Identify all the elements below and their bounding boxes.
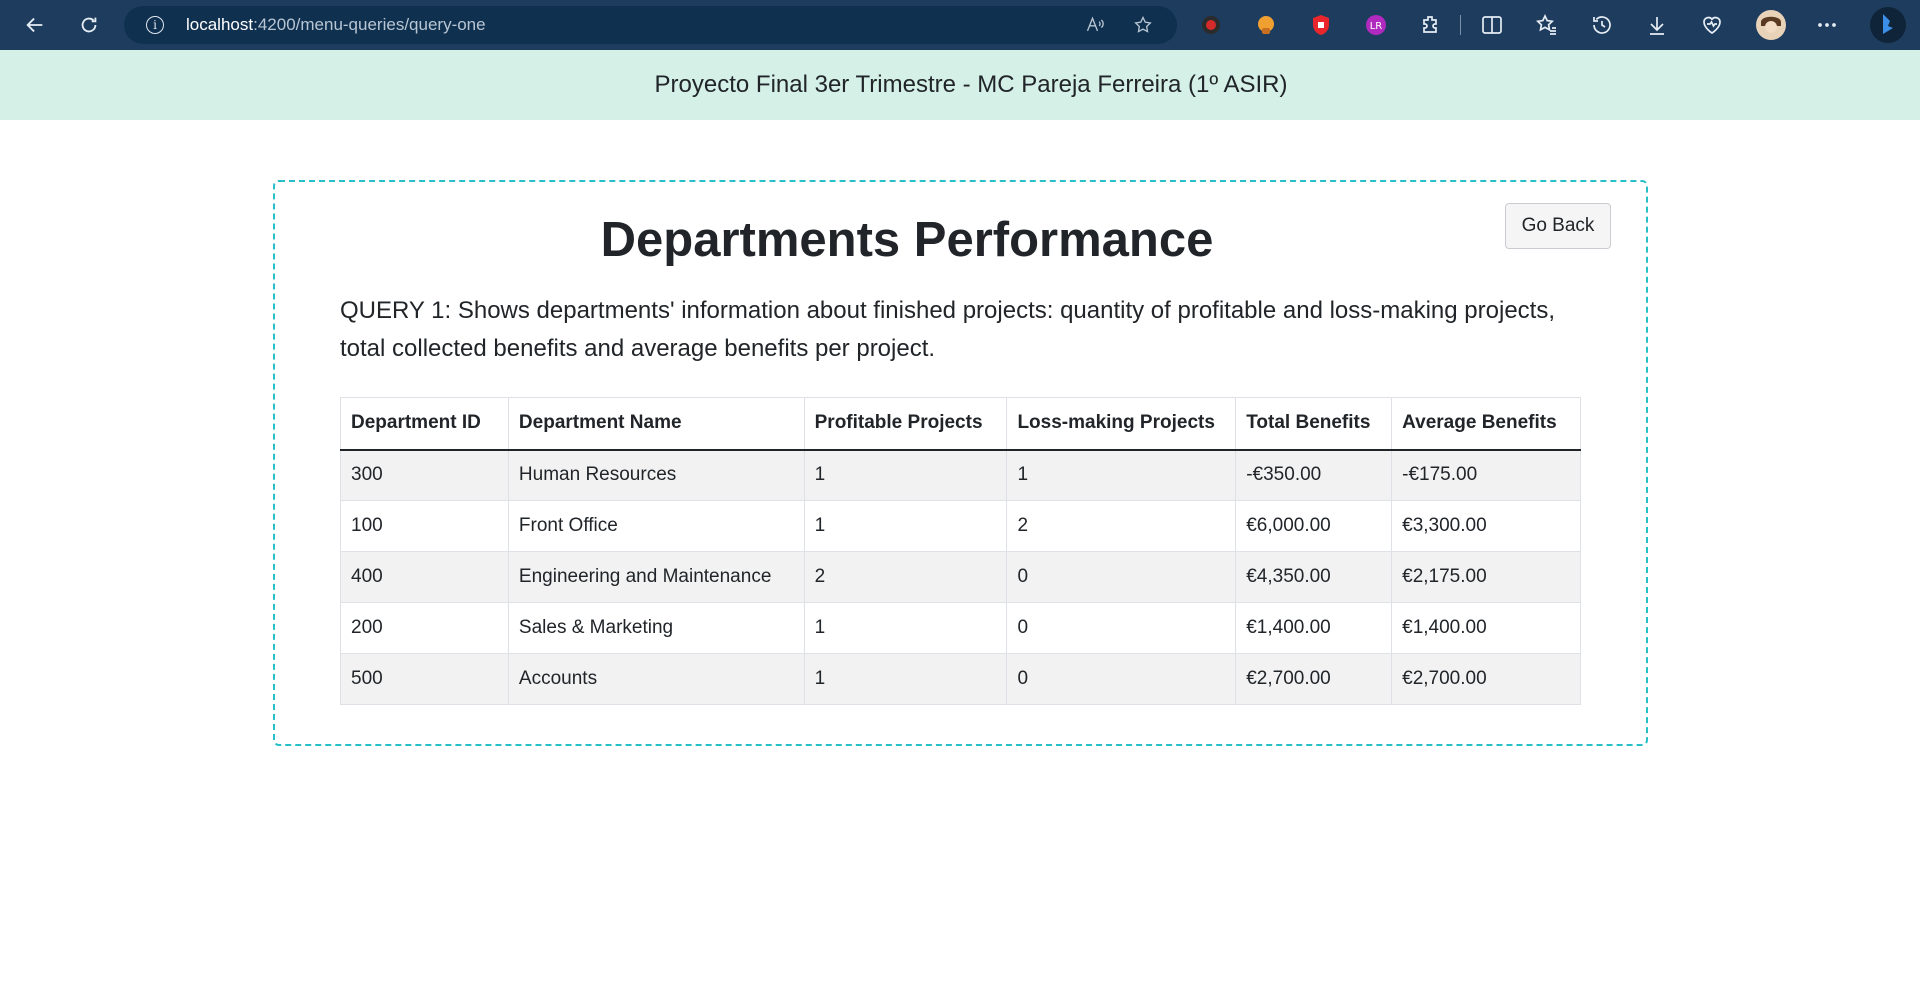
more-icon[interactable] (1815, 13, 1839, 37)
table-cell: 2 (803, 551, 1008, 603)
column-header: Department Name (507, 397, 805, 451)
table-cell: -€350.00 (1235, 449, 1393, 501)
header-title: Proyecto Final 3er Trimestre - MC Pareja… (654, 71, 1288, 98)
table-header-row: Department ID Department Name Profitable… (340, 397, 1581, 451)
column-header: Profitable Projects (803, 397, 1008, 451)
app-header: Proyecto Final 3er Trimestre - MC Pareja… (0, 50, 1920, 120)
table-cell: 200 (340, 602, 509, 654)
extension-icon[interactable] (1419, 13, 1443, 37)
info-icon[interactable]: i (146, 16, 164, 34)
extension-purple-icon[interactable]: LR (1364, 13, 1388, 37)
history-icon[interactable] (1590, 13, 1614, 37)
back-icon[interactable] (17, 7, 53, 43)
table-cell: 0 (1006, 551, 1237, 603)
table-cell: Sales & Marketing (507, 602, 805, 654)
table-cell: Engineering and Maintenance (507, 551, 805, 603)
table-cell: 1 (1006, 449, 1237, 501)
table-cell: 500 (340, 653, 509, 705)
column-header: Average Benefits (1391, 397, 1581, 451)
table-cell: -€175.00 (1391, 449, 1581, 501)
table-cell: 2 (1006, 500, 1237, 552)
query-description: QUERY 1: Shows departments' information … (340, 297, 1555, 362)
table-cell: Front Office (507, 500, 805, 552)
table-cell: €4,350.00 (1235, 551, 1393, 603)
table-cell: Human Resources (507, 449, 805, 501)
table-cell: 0 (1006, 653, 1237, 705)
favorite-star-icon[interactable] (1133, 15, 1153, 35)
table-row: 400 Engineering and Maintenance 2 0 €4,3… (340, 551, 1581, 603)
extension-shield-icon[interactable] (1309, 13, 1333, 37)
table-cell: 1 (803, 500, 1008, 552)
refresh-icon[interactable] (71, 7, 107, 43)
extension-orange-icon[interactable] (1254, 13, 1278, 37)
url-path: :4200/menu-queries/query-one (253, 15, 486, 34)
table-cell: Accounts (507, 653, 805, 705)
download-icon[interactable] (1645, 13, 1669, 37)
address-bar[interactable]: i localhost:4200/menu-queries/query-one (124, 6, 1177, 44)
table-row: 500 Accounts 1 0 €2,700.00 €2,700.00 (340, 653, 1581, 705)
extension-red-icon[interactable] (1199, 13, 1223, 37)
column-header: Department ID (340, 397, 509, 451)
table-row: 100 Front Office 1 2 €6,000.00 €3,300.00 (340, 500, 1581, 552)
svg-text:LR: LR (1370, 21, 1383, 32)
favorites-icon[interactable] (1535, 13, 1559, 37)
copilot-icon[interactable] (1869, 6, 1907, 44)
url-text: localhost:4200/menu-queries/query-one (186, 15, 486, 35)
table-cell: 300 (340, 449, 509, 501)
table-cell: 0 (1006, 602, 1237, 654)
toolbar-divider (1460, 15, 1461, 35)
table-cell: 1 (803, 449, 1008, 501)
browser-essentials-icon[interactable] (1700, 13, 1724, 37)
url-host: localhost (186, 15, 254, 34)
table-cell: €2,700.00 (1235, 653, 1393, 705)
table-cell: €1,400.00 (1235, 602, 1393, 654)
page-title: Departments Performance (600, 213, 1214, 267)
table-row: 300 Human Resources 1 1 -€350.00 -€175.0… (340, 449, 1581, 501)
table-cell: €2,700.00 (1391, 653, 1581, 705)
column-header: Total Benefits (1235, 397, 1393, 451)
results-table: Department ID Department Name Profitable… (340, 397, 1581, 705)
table-cell: 400 (340, 551, 509, 603)
table-cell: €2,175.00 (1391, 551, 1581, 603)
profile-avatar[interactable] (1756, 10, 1786, 40)
table-cell: €3,300.00 (1391, 500, 1581, 552)
column-header: Loss-making Projects (1006, 397, 1237, 451)
table-cell: 1 (803, 602, 1008, 654)
table-row: 200 Sales & Marketing 1 0 €1,400.00 €1,4… (340, 602, 1581, 654)
table-cell: 1 (803, 653, 1008, 705)
table-cell: €1,400.00 (1391, 602, 1581, 654)
browser-toolbar: i localhost:4200/menu-queries/query-one … (0, 0, 1920, 50)
table-cell: €6,000.00 (1235, 500, 1393, 552)
table-cell: 100 (340, 500, 509, 552)
split-screen-icon[interactable] (1480, 13, 1504, 37)
read-aloud-icon[interactable] (1085, 15, 1105, 35)
